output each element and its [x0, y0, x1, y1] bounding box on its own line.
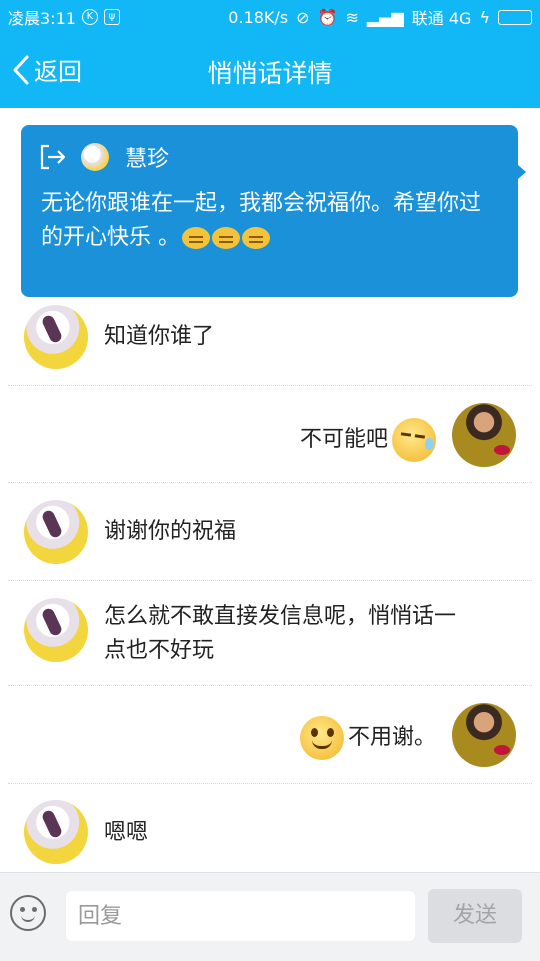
signal-icon: ▂▄▆: [366, 7, 404, 27]
hotspot-icon: ψ: [103, 9, 120, 25]
page-title: 悄悄话详情: [207, 59, 333, 88]
message-row: 不用谢。: [299, 716, 436, 760]
smile-emoji-icon: [299, 716, 344, 760]
mute-icon: ⊘: [296, 7, 310, 27]
alarm-icon: ⏰: [317, 7, 338, 27]
whisper-card[interactable]: 慧珍 无论你跟谁在一起，我都会祝福你。希望你过的开心快乐 。: [21, 125, 526, 297]
carrier-label: 联通 4G: [411, 9, 472, 28]
message-text: 知道你谁了: [104, 324, 215, 349]
divider: [8, 482, 532, 483]
sleepy-emoji-icon: [242, 227, 270, 249]
avatar[interactable]: [452, 403, 516, 467]
exit-icon: [40, 144, 66, 170]
avatar[interactable]: [24, 305, 88, 369]
network-speed: 0.18K/s: [228, 7, 289, 27]
sweat-emoji-icon: [392, 418, 436, 462]
divider: [8, 385, 532, 386]
avatar[interactable]: [24, 800, 88, 864]
battery-icon: [498, 9, 532, 25]
divider: [8, 783, 532, 784]
divider: [8, 580, 532, 581]
sleepy-emoji-icon: [212, 227, 240, 249]
sender-avatar[interactable]: [81, 143, 109, 171]
divider: [8, 685, 532, 686]
notification-icon: K: [81, 9, 98, 25]
message-text: 谢谢你的祝福: [104, 519, 237, 544]
sender-name: 慧珍: [125, 147, 170, 172]
whisper-message: 无论你跟谁在一起，我都会祝福你。希望你过的开心快乐 。: [41, 187, 501, 255]
message-row: 不可能吧: [300, 418, 436, 462]
send-button[interactable]: 发送: [428, 889, 522, 943]
wifi-icon: ≋: [345, 7, 359, 27]
message-text: 怎么就不敢直接发信息呢，悄悄话一点也不好玩: [104, 604, 457, 663]
message-text: 不用谢。: [347, 725, 436, 750]
message-text: 不可能吧: [299, 427, 388, 452]
reply-bar: 发送: [0, 872, 540, 961]
avatar[interactable]: [24, 500, 88, 564]
avatar[interactable]: [452, 703, 516, 767]
emoji-button[interactable]: [10, 895, 46, 931]
status-time: 凌晨3:11: [8, 9, 76, 28]
sleepy-emoji-icon: [182, 227, 210, 249]
avatar[interactable]: [24, 598, 88, 662]
charging-icon: ϟ: [479, 7, 490, 27]
status-bar: 凌晨3:11 K ψ 0.18K/s ⊘ ⏰ ≋ ▂▄▆ 联通 4G ϟ: [0, 0, 540, 32]
message-text: 嗯嗯: [104, 820, 149, 845]
nav-bar: 返回 悄悄话详情: [0, 32, 540, 108]
reply-input[interactable]: [66, 891, 415, 941]
